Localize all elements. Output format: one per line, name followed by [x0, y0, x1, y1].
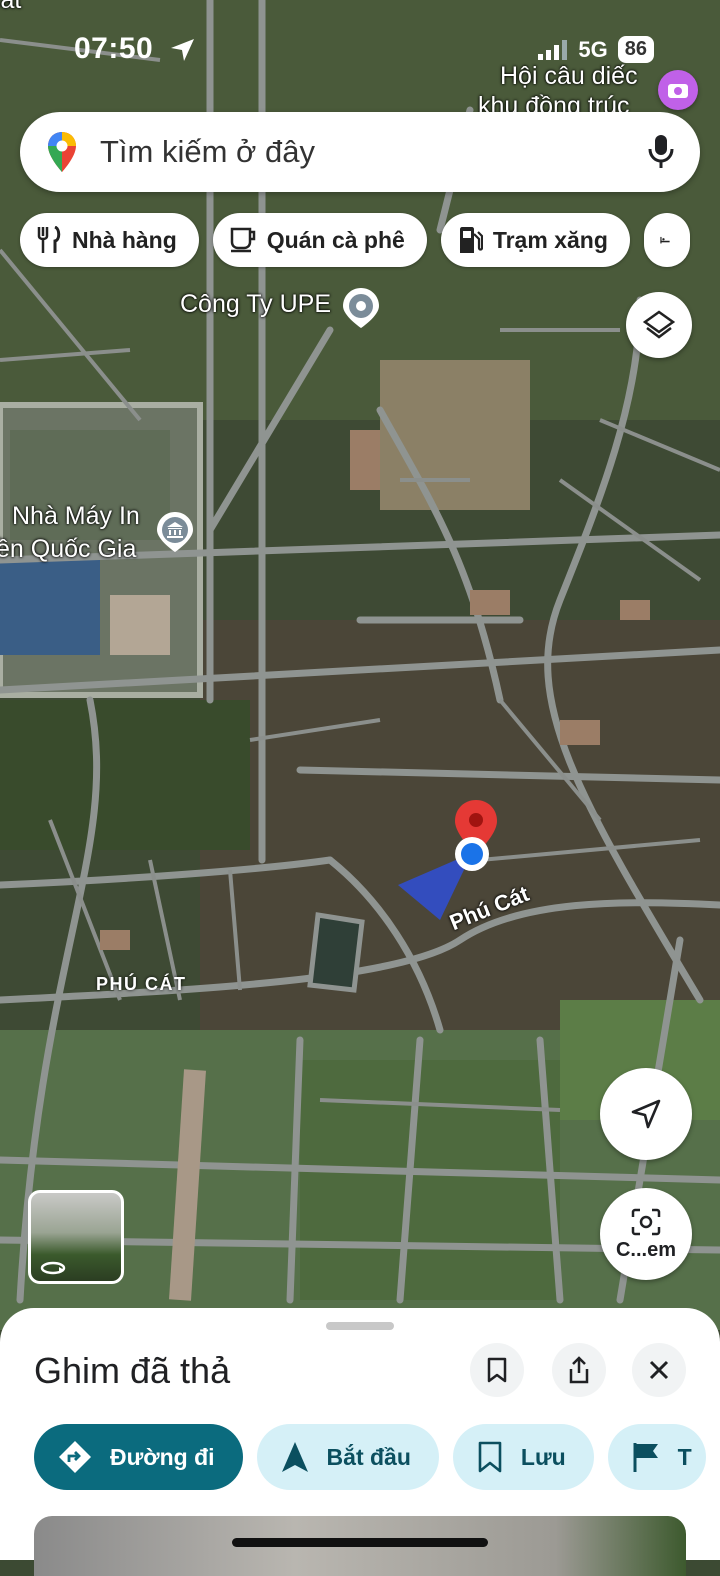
flag-icon: [633, 1443, 658, 1472]
lens-camera-button[interactable]: [658, 70, 698, 110]
status-icons: 5G 86: [538, 36, 654, 63]
directions-button[interactable]: Đường đi: [34, 1424, 243, 1490]
network-label: 5G: [578, 36, 608, 62]
signal-icon: [538, 39, 568, 60]
share-icon: [569, 1356, 589, 1384]
microphone-icon[interactable]: [648, 134, 674, 170]
label-label: T: [677, 1443, 692, 1470]
sheet-title: Ghim đã thả: [34, 1350, 231, 1391]
poi-pin-government-icon[interactable]: [154, 510, 196, 554]
start-button[interactable]: Bắt đầu: [256, 1424, 439, 1490]
status-time: 07:50: [74, 32, 154, 65]
save-button[interactable]: Lưu: [452, 1424, 594, 1490]
street-view-thumbnail[interactable]: [28, 1190, 124, 1284]
chip-coffee[interactable]: Quán cà phê: [212, 213, 427, 267]
close-icon: [649, 1360, 669, 1380]
chip-hotels-partial[interactable]: [643, 213, 690, 267]
bed-icon: [660, 236, 670, 244]
location-arrow-icon: [171, 39, 194, 61]
category-chips: Nhà hàng Quán cà phê Trạm xăng: [20, 213, 690, 267]
chip-label: Nhà hàng: [72, 226, 177, 253]
navigation-arrow-icon: [631, 1099, 661, 1129]
save-bookmark-button[interactable]: [470, 1343, 524, 1397]
search-input[interactable]: Tìm kiếm ở đây: [100, 134, 315, 170]
google-maps-logo-icon: [48, 132, 76, 172]
bookmark-icon: [487, 1357, 507, 1383]
camera-search-label: C...em: [615, 1238, 677, 1261]
home-indicator[interactable]: [232, 1538, 488, 1547]
chip-label: Trạm xăng: [492, 226, 608, 253]
map-label-hoi-cau-1: Hội câu diếc: [500, 62, 638, 90]
search-bar[interactable]: Tìm kiếm ở đây: [20, 112, 700, 192]
layers-button[interactable]: [626, 292, 692, 358]
layers-icon: [643, 310, 675, 339]
current-location-dot-icon: [455, 837, 489, 871]
bookmark-icon: [478, 1441, 502, 1473]
my-location-button[interactable]: [600, 1068, 692, 1160]
directions-icon: [59, 1441, 91, 1473]
fork-knife-icon: [37, 226, 61, 253]
place-bottom-sheet[interactable]: Ghim đã thả Đường đi Bắt đầu Lưu T: [0, 1308, 720, 1576]
action-buttons-row: Đường đi Bắt đầu Lưu T: [34, 1424, 706, 1490]
chip-label: Quán cà phê: [266, 226, 405, 253]
chip-restaurants[interactable]: Nhà hàng: [20, 213, 199, 267]
battery-indicator: 86: [617, 36, 654, 63]
camera-icon: [668, 84, 688, 98]
navigation-arrow-icon: [281, 1442, 308, 1472]
poi-label-nha-may-2[interactable]: ền Quốc Gia: [0, 535, 136, 564]
share-button[interactable]: [552, 1343, 606, 1397]
poi-pin-upe-icon[interactable]: [340, 286, 382, 330]
close-button[interactable]: [632, 1343, 686, 1397]
area-label-phu-cat: PHÚ CÁT: [96, 974, 187, 994]
poi-label-upe[interactable]: Công Ty UPE: [180, 290, 331, 319]
lens-icon: [631, 1208, 661, 1235]
coffee-cup-icon: [230, 227, 256, 253]
label-button[interactable]: T: [607, 1424, 706, 1490]
camera-search-button[interactable]: C...em: [600, 1188, 692, 1280]
save-label: Lưu: [520, 1443, 566, 1470]
poi-label-nha-may-1[interactable]: Nhà Máy In: [12, 502, 140, 531]
sheet-drag-handle[interactable]: [326, 1322, 394, 1330]
street-view-360-icon: [40, 1261, 66, 1275]
chip-gas-station[interactable]: Trạm xăng: [440, 213, 630, 267]
gas-pump-icon: [459, 227, 483, 253]
start-label: Bắt đầu: [326, 1443, 411, 1470]
directions-label: Đường đi: [110, 1443, 215, 1470]
map-label-top-left: cát: [0, 0, 22, 14]
